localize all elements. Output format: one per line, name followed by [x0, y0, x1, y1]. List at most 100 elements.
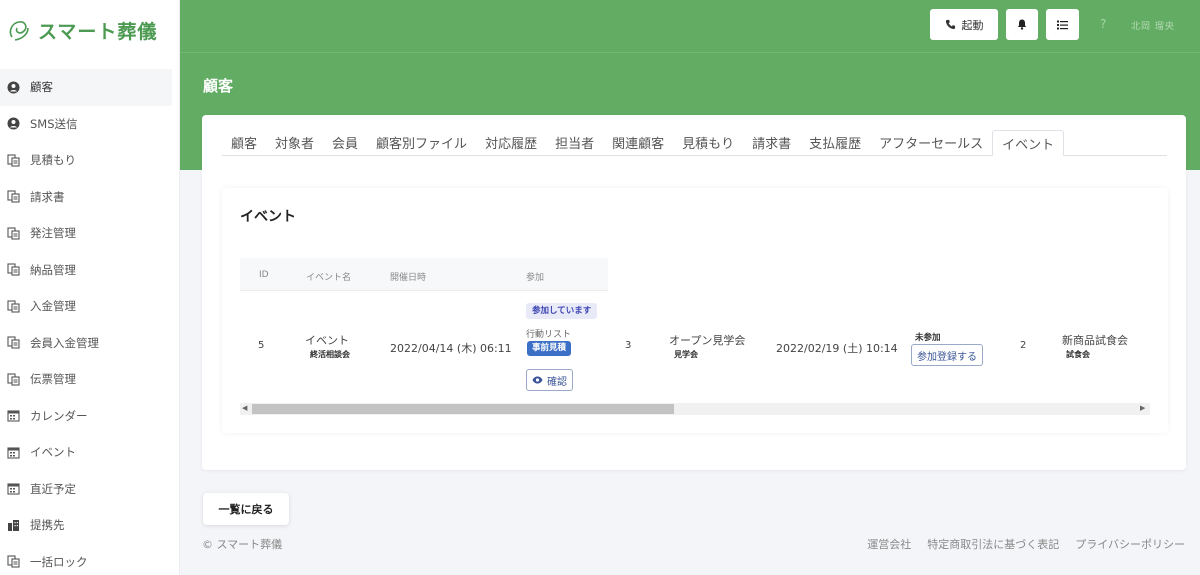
row-count-1: 3	[625, 340, 632, 351]
app-logo[interactable]: スマート葬儀	[0, 0, 179, 60]
tab-0[interactable]: 顧客	[222, 130, 266, 156]
sidebar-item-10[interactable]: イベント	[0, 434, 172, 471]
status-badge: 参加しています	[526, 303, 598, 319]
tab-1[interactable]: 対象者	[266, 130, 323, 156]
column-header-date[interactable]: 開催日時	[390, 270, 426, 283]
sidebar-item-7[interactable]: 会員入金管理	[0, 325, 172, 362]
sidebar-item-label: イベント	[30, 445, 76, 460]
row-event-name: イベント	[305, 334, 349, 347]
row-event2-type: 見学会	[674, 350, 698, 359]
footer-link-1[interactable]: 特定商取引法に基づく表記	[927, 536, 1059, 552]
confirm-button[interactable]: 確認	[526, 369, 573, 391]
logo-icon	[9, 21, 29, 41]
bell-icon	[1017, 19, 1027, 30]
tab-2[interactable]: 会員	[323, 130, 367, 156]
column-header-event-name[interactable]: イベント名	[306, 270, 351, 283]
column-header-id[interactable]: ID	[259, 270, 269, 280]
tab-10[interactable]: アフターセールス	[870, 130, 992, 156]
sidebar-item-label: カレンダー	[30, 408, 88, 423]
tab-8[interactable]: 請求書	[743, 130, 800, 156]
tab-11[interactable]: イベント	[992, 130, 1065, 156]
events-panel	[222, 188, 1168, 433]
sidebar-item-8[interactable]: 伝票管理	[0, 361, 172, 398]
sidebar-item-label: 一括ロック	[30, 554, 88, 569]
sidebar-item-11[interactable]: 直近予定	[0, 471, 172, 508]
document-icon	[6, 153, 20, 167]
calendar-icon	[6, 482, 20, 496]
sidebar-item-label: 伝票管理	[30, 372, 76, 387]
row-id: 5	[258, 340, 265, 351]
confirm-button-label: 確認	[547, 376, 567, 388]
document-icon	[6, 299, 20, 313]
tab-bar: 顧客 対象者 会員 顧客別ファイル 対応履歴 担当者 関連顧客 見積もり 請求書 支払履歴 アフター…	[222, 130, 1065, 156]
sidebar-item-label: 見積もり	[30, 153, 76, 168]
sidebar-item-label: 入金管理	[30, 299, 76, 314]
tab-4[interactable]: 対応履歴	[476, 130, 546, 156]
sidebar-item-9[interactable]: カレンダー	[0, 398, 172, 435]
row-event-type: 終活相談会	[310, 350, 350, 359]
row-event2-status: 未参加	[915, 333, 941, 343]
calendar-icon	[6, 409, 20, 423]
row-event3-type: 試食会	[1066, 350, 1090, 359]
tab-9[interactable]: 支払履歴	[800, 130, 870, 156]
call-launch-label: 起動	[961, 18, 984, 32]
register-participation-button[interactable]: 参加登録する	[911, 344, 983, 366]
call-launch-button[interactable]: 起動	[930, 9, 998, 40]
user-name[interactable]: 北岡 瑠央	[1131, 19, 1175, 32]
footer-link-0[interactable]: 運営会社	[867, 536, 911, 552]
column-header-join[interactable]: 参加	[526, 270, 544, 283]
sidebar-item-5[interactable]: 納品管理	[0, 252, 172, 289]
tab-7[interactable]: 見積もり	[673, 130, 743, 156]
sidebar-item-label: 発注管理	[30, 226, 76, 241]
help-icon[interactable]: ?	[1100, 17, 1106, 31]
page-title: 顧客	[203, 77, 234, 95]
list-icon	[1057, 20, 1068, 29]
user-icon	[6, 117, 20, 131]
sidebar-item-4[interactable]: 発注管理	[0, 215, 172, 252]
back-to-list-button[interactable]: 一覧に戻る	[203, 493, 289, 525]
menu-list-button[interactable]	[1046, 9, 1079, 40]
building-icon	[6, 518, 20, 532]
tab-5[interactable]: 担当者	[546, 130, 603, 156]
row-event2-date: 2022/02/19 (土) 10:14	[776, 342, 898, 355]
document-icon	[6, 263, 20, 277]
footer-links: 運営会社 特定商取引法に基づく表記 プライバシーポリシー	[867, 536, 1185, 552]
sidebar-item-label: SMS送信	[30, 116, 78, 131]
scroll-left-arrow-icon[interactable]: ◀	[242, 404, 247, 412]
row-event2-name: オープン見学会	[669, 334, 746, 347]
sidebar-item-12[interactable]: 提携先	[0, 507, 172, 544]
tab-6[interactable]: 関連顧客	[603, 130, 673, 156]
calendar-icon	[6, 445, 20, 459]
app-name: スマート葬儀	[38, 20, 158, 43]
document-icon	[6, 372, 20, 386]
scrollbar-thumb[interactable]	[252, 404, 674, 414]
row-event-date: 2022/04/14 (木) 06:11	[390, 342, 512, 355]
sidebar-item-0[interactable]: 顧客	[0, 69, 172, 106]
sidebar-item-label: 顧客	[30, 80, 53, 95]
sidebar-item-3[interactable]: 請求書	[0, 179, 172, 216]
action-list-label: 行動リスト	[526, 330, 572, 340]
topbar-divider	[180, 52, 1200, 53]
sidebar-item-label: 会員入金管理	[30, 335, 99, 350]
tab-3[interactable]: 顧客別ファイル	[367, 130, 476, 156]
row-count-2: 2	[1020, 340, 1027, 351]
sidebar-item-6[interactable]: 入金管理	[0, 288, 172, 325]
sidebar-item-label: 提携先	[30, 518, 65, 533]
sidebar: スマート葬儀 顧客 SMS送信見積もり請求書発注管理納品管理入金管理会員入金管理伝…	[0, 0, 180, 575]
events-title: イベント	[240, 209, 296, 225]
document-icon	[6, 555, 20, 569]
scroll-right-arrow-icon[interactable]: ▶	[1140, 404, 1145, 412]
row-event3-name: 新商品試食会	[1062, 334, 1128, 347]
sidebar-item-2[interactable]: 見積もり	[0, 142, 172, 179]
document-icon	[6, 190, 20, 204]
copyright: © スマート葬儀	[202, 538, 283, 551]
sidebar-item-13[interactable]: 一括ロック	[0, 544, 172, 575]
sidebar-item-label: 直近予定	[30, 481, 76, 496]
footer-link-2[interactable]: プライバシーポリシー	[1075, 536, 1185, 552]
document-icon	[6, 226, 20, 240]
sidebar-item-label: 納品管理	[30, 262, 76, 277]
sidebar-item-1[interactable]: SMS送信	[0, 106, 172, 143]
eye-icon	[532, 376, 543, 384]
notifications-button[interactable]	[1006, 9, 1038, 40]
sidebar-item-label: 請求書	[30, 189, 65, 204]
